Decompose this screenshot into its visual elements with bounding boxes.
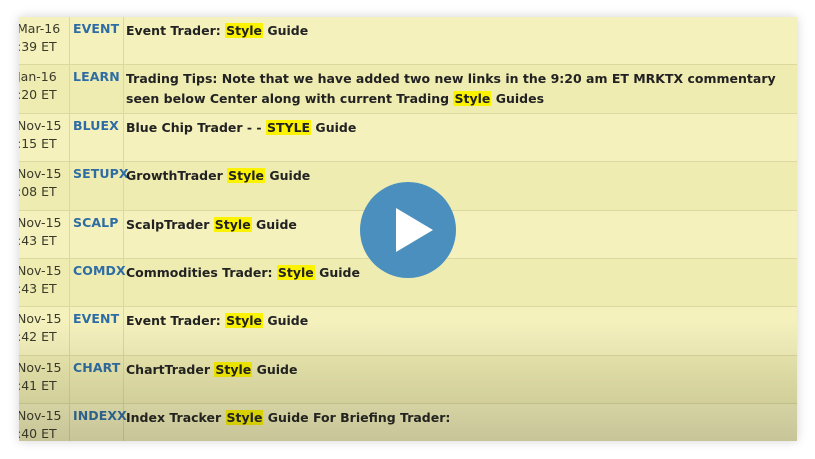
play-icon bbox=[396, 208, 433, 252]
column-divider bbox=[69, 17, 70, 65]
row-time: :15 ET bbox=[19, 135, 57, 151]
row-date: Nov-15 bbox=[19, 262, 62, 278]
highlighted-keyword: Style bbox=[276, 264, 315, 280]
table-row[interactable]: Jan-16 :20 ET LEARN Trading Tips: Note that… bbox=[19, 65, 797, 114]
row-title[interactable]: Event Trader: Style Guide bbox=[126, 311, 795, 331]
title-text: Guide bbox=[262, 313, 309, 329]
row-date: Nov-15 bbox=[19, 166, 62, 182]
column-divider bbox=[123, 355, 124, 404]
row-title[interactable]: Index Tracker Style Guide For Briefing T… bbox=[126, 408, 795, 428]
title-text: Blue Chip Trader - - bbox=[126, 119, 266, 135]
row-title[interactable]: GrowthTrader Style Guide bbox=[126, 166, 795, 186]
row-category-code[interactable]: LEARN bbox=[73, 69, 120, 84]
highlighted-keyword: Style bbox=[227, 168, 266, 184]
column-divider bbox=[69, 65, 70, 113]
column-divider bbox=[69, 113, 70, 162]
row-date: Nov-15 bbox=[19, 359, 62, 375]
row-date: Nov-15 bbox=[19, 117, 62, 133]
highlighted-keyword: Style bbox=[225, 313, 263, 329]
row-time: :39 ET bbox=[19, 39, 57, 54]
column-divider bbox=[69, 307, 70, 355]
column-divider bbox=[123, 113, 124, 162]
row-title[interactable]: Event Trader: Style Guide bbox=[126, 21, 795, 41]
table-row[interactable]: Nov-15 :40 ET INDEXX Index Tracker Style Gu… bbox=[19, 404, 797, 441]
row-time: :43 ET bbox=[19, 280, 57, 296]
table-row[interactable]: Nov-15 :42 ET EVENT Event Trader: Style Gui… bbox=[19, 307, 797, 356]
row-category-code[interactable]: BLUEX bbox=[73, 118, 119, 133]
column-divider bbox=[69, 162, 70, 210]
table-row[interactable]: Nov-15 :41 ET CHART ChartTrader Style Guide bbox=[19, 355, 797, 405]
row-time: :08 ET bbox=[19, 184, 57, 200]
column-divider bbox=[69, 404, 70, 441]
row-date: Nov-15 bbox=[19, 408, 62, 424]
row-time: :41 ET bbox=[19, 377, 57, 393]
row-category-code[interactable]: EVENT bbox=[73, 21, 119, 36]
row-category-code[interactable]: INDEXX bbox=[73, 408, 127, 423]
title-text: Guide bbox=[251, 216, 297, 232]
video-player[interactable]: Mar-16 :39 ET EVENT Event Trader: Style Gui… bbox=[19, 17, 797, 441]
title-text: Guide For Briefing Trader: bbox=[263, 410, 451, 426]
row-date: Mar-16 bbox=[19, 21, 61, 36]
row-title[interactable]: Trading Tips: Note that we have added tw… bbox=[126, 69, 795, 108]
highlighted-keyword: STYLE bbox=[265, 119, 312, 135]
column-divider bbox=[123, 210, 124, 258]
table-row[interactable]: Mar-16 :39 ET EVENT Event Trader: Style Gui… bbox=[19, 17, 797, 66]
title-text: Guide bbox=[262, 23, 309, 38]
row-time: :20 ET bbox=[19, 87, 57, 103]
title-text: Guide bbox=[265, 168, 311, 184]
column-divider bbox=[123, 307, 124, 355]
title-text: Event Trader: bbox=[126, 313, 226, 329]
row-category-code[interactable]: COMDX bbox=[73, 263, 126, 278]
title-text: Trading Tips: Note that we have added tw… bbox=[126, 71, 776, 106]
highlighted-keyword: Style bbox=[453, 90, 492, 106]
row-date: Jan-16 bbox=[19, 69, 57, 85]
row-date: Nov-15 bbox=[19, 311, 62, 327]
column-divider bbox=[123, 17, 124, 65]
row-date: Nov-15 bbox=[19, 214, 62, 230]
title-text: Index Tracker bbox=[126, 410, 226, 426]
title-text: Guide bbox=[314, 264, 360, 280]
highlighted-keyword: Style bbox=[225, 23, 263, 38]
title-text: Guides bbox=[491, 90, 545, 106]
highlighted-keyword: Style bbox=[213, 216, 252, 232]
column-divider bbox=[69, 210, 70, 258]
row-time: :40 ET bbox=[19, 426, 57, 441]
row-category-code[interactable]: EVENT bbox=[73, 311, 119, 326]
row-time: :42 ET bbox=[19, 329, 57, 345]
row-time: :43 ET bbox=[19, 232, 57, 248]
highlighted-keyword: Style bbox=[225, 410, 264, 426]
row-title[interactable]: Blue Chip Trader - - STYLE Guide bbox=[126, 118, 795, 138]
title-text: GrowthTrader bbox=[126, 168, 228, 184]
highlighted-keyword: Style bbox=[214, 361, 253, 377]
row-title[interactable]: Commodities Trader: Style Guide bbox=[126, 263, 795, 283]
table-row[interactable]: Nov-15 :15 ET BLUEX Blue Chip Trader - - ST… bbox=[19, 113, 797, 163]
row-title[interactable]: ScalpTrader Style Guide bbox=[126, 215, 795, 235]
title-text: Commodities Trader: bbox=[126, 264, 277, 280]
title-text: ChartTrader bbox=[126, 361, 215, 377]
title-text: Event Trader: bbox=[126, 23, 226, 38]
title-text: ScalpTrader bbox=[126, 216, 214, 232]
row-category-code[interactable]: SETUPX bbox=[73, 166, 129, 181]
column-divider bbox=[69, 258, 70, 307]
column-divider bbox=[69, 355, 70, 404]
play-button[interactable] bbox=[360, 182, 456, 278]
column-divider bbox=[123, 65, 124, 113]
title-text: Guide bbox=[311, 119, 357, 135]
row-category-code[interactable]: SCALP bbox=[73, 215, 118, 230]
row-title[interactable]: ChartTrader Style Guide bbox=[126, 360, 795, 380]
row-category-code[interactable]: CHART bbox=[73, 360, 120, 375]
title-text: Guide bbox=[252, 361, 298, 377]
